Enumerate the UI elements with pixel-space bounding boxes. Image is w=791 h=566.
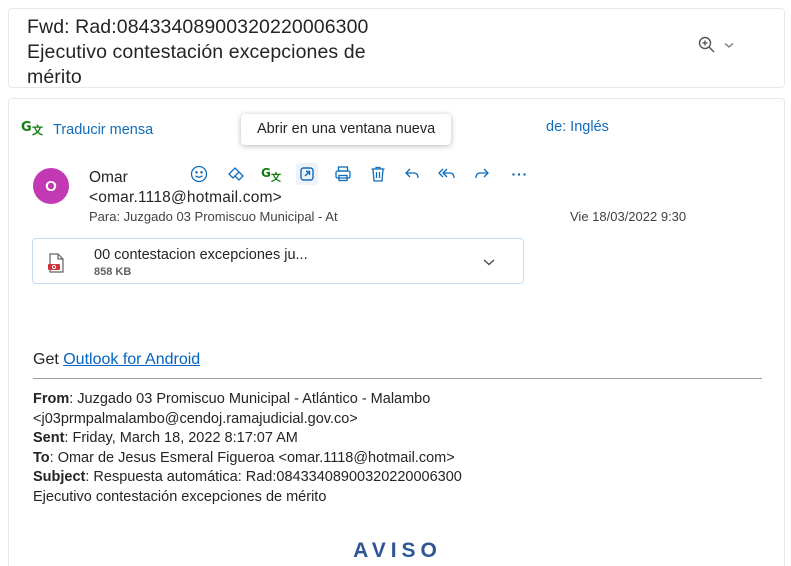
subject-card: Fwd: Rad:08433408900320220006300 Ejecuti… [8, 8, 785, 88]
subject-continuation: Ejecutivo contestación excepciones de mé… [33, 488, 327, 505]
sent-label: Sent [33, 430, 65, 446]
recipient-line[interactable]: Para: Juzgado 03 Promiscuo Municipal - A… [89, 209, 338, 224]
divider [33, 378, 762, 379]
signature-prefix: Get [33, 351, 64, 368]
more-icon[interactable] [508, 163, 530, 185]
svg-text:文: 文 [32, 123, 44, 137]
tooltip: Abrir en una ventana nueva [241, 114, 452, 145]
chevron-down-icon[interactable] [482, 255, 496, 274]
subject-label: Subject [33, 469, 86, 485]
translate-icon: G 文 [21, 117, 45, 142]
forwarded-headers: From: Juzgado 03 Promiscuo Municipal - A… [33, 390, 778, 507]
attachment-size: 858 KB [94, 266, 132, 278]
from-email: <j03prmpalmalambo@cendoj.ramajudicial.go… [33, 410, 358, 427]
to-line: To: Omar de Jesus Esmeral Figueroa <omar… [33, 449, 778, 469]
email-subject: Fwd: Rad:08433408900320220006300 Ejecuti… [27, 15, 627, 90]
from-value: : Juzgado 03 Promiscuo Municipal - Atlán… [69, 391, 431, 407]
sent-date: Vie 18/03/2022 9:30 [570, 209, 687, 224]
message-card: G 文 Traducir mensa de: Inglés Abrir en u… [8, 98, 785, 566]
to-label: To [33, 449, 50, 466]
avatar[interactable]: O [33, 168, 69, 204]
aviso-heading: AVISO [353, 539, 442, 562]
emoji-icon[interactable] [188, 163, 210, 185]
sent-value: : Friday, March 18, 2022 8:17:07 AM [64, 430, 298, 446]
translate-language[interactable]: de: Inglés [546, 119, 609, 135]
from-label: From [33, 391, 70, 407]
subject-line-2: Ejecutivo contestación excepciones de [27, 41, 366, 63]
attachment-card[interactable]: 00 contestacion excepciones ju... 858 KB [32, 238, 524, 284]
outlook-android-link[interactable]: Outlook for Android [63, 351, 200, 368]
delete-icon[interactable] [367, 163, 389, 185]
sender-email[interactable]: <omar.1118@hotmail.com> [89, 189, 282, 207]
sent-line: Sent: Friday, March 18, 2022 8:17:07 AM [33, 429, 778, 449]
svg-text:G: G [261, 166, 271, 180]
pdf-file-icon [45, 252, 67, 279]
zoom-in-icon [697, 35, 717, 55]
immersive-reader-icon[interactable] [225, 163, 247, 185]
from-line: From: Juzgado 03 Promiscuo Municipal - A… [33, 390, 778, 410]
attachment-name[interactable]: 00 contestacion excepciones ju... [94, 247, 308, 263]
sender-name[interactable]: Omar [89, 169, 128, 187]
chevron-down-icon [723, 39, 735, 51]
subject-value: : Respuesta automática: Rad:084334089003… [85, 469, 462, 485]
svg-text:文: 文 [271, 171, 282, 184]
outlook-signature: Get Outlook for Android [33, 351, 200, 369]
print-icon[interactable] [332, 163, 354, 185]
svg-text:G: G [21, 120, 32, 135]
to-value: : Omar de Jesus Esmeral Figueroa <omar.1… [49, 449, 455, 466]
reply-all-icon[interactable] [436, 163, 458, 185]
translate-icon[interactable]: G 文 [261, 163, 283, 185]
translate-bar[interactable]: G 文 Traducir mensa [21, 117, 153, 142]
reply-icon[interactable] [401, 163, 423, 185]
translate-link[interactable]: Traducir mensa [53, 122, 153, 138]
subject-line: Subject: Respuesta automática: Rad:08433… [33, 468, 778, 488]
forward-icon[interactable] [471, 163, 493, 185]
subject-line-1: Fwd: Rad:08433408900320220006300 [27, 16, 369, 38]
zoom-button[interactable] [697, 35, 735, 55]
subject-line-3: mérito [27, 66, 82, 88]
open-new-window-icon[interactable] [296, 163, 318, 185]
